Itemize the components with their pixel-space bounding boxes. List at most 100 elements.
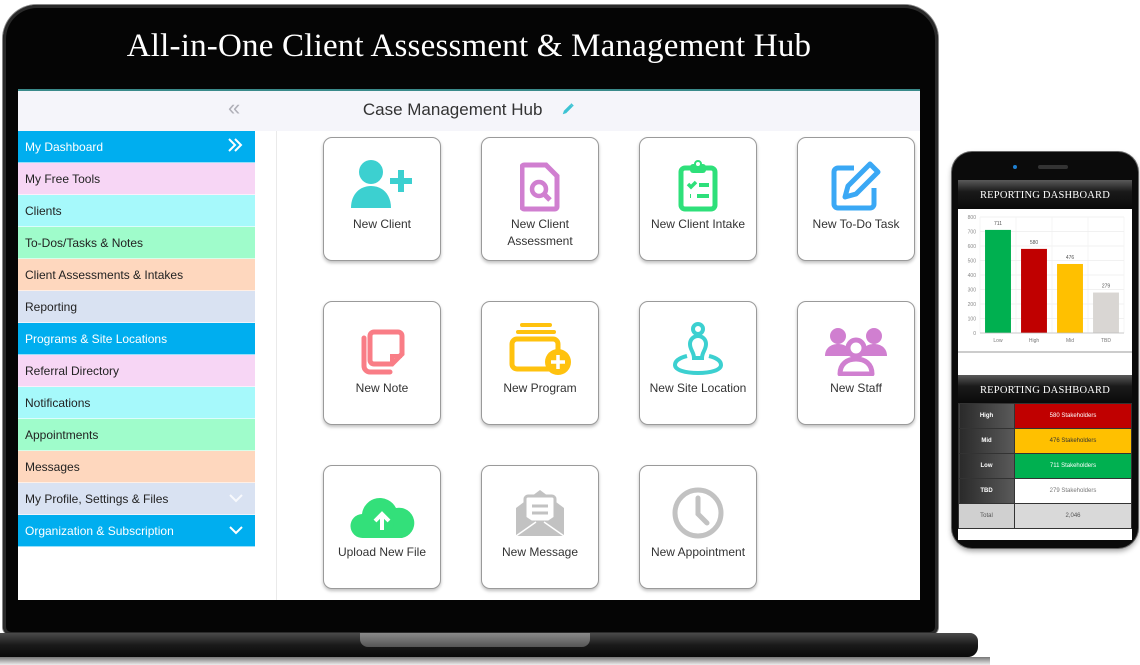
sidebar-item-notifications[interactable]: Notifications — [18, 387, 255, 419]
sidebar-item-label: To-Dos/Tasks & Notes — [25, 235, 144, 250]
sidebar-item-my-profile-settings-files[interactable]: My Profile, Settings & Files — [18, 483, 255, 515]
total-row: Total 2,046 — [958, 503, 1132, 529]
sidebar-item-my-dashboard[interactable]: My Dashboard — [18, 131, 255, 163]
total-key: Total — [958, 503, 1015, 529]
page-title-text: Case Management Hub — [362, 100, 543, 119]
tile-new-program[interactable]: New Program — [481, 301, 599, 425]
y-tick-label: 100 — [968, 317, 977, 323]
sidebar-item-label: Notifications — [25, 395, 91, 410]
laptop-notch — [360, 633, 590, 647]
sidebar-item-reporting[interactable]: Reporting — [18, 291, 255, 323]
tile-label: New Staff — [830, 381, 882, 395]
table-header: REPORTING DASHBOARD — [958, 375, 1132, 403]
sidebar-item-label: Client Assessments & Intakes — [25, 267, 184, 282]
bar-tbd — [1093, 292, 1119, 333]
page-title: Case Management Hub — [18, 100, 920, 121]
sidebar-item-label: My Dashboard — [25, 139, 104, 154]
phone-screen: REPORTING DASHBOARD 0 100 200 300 400 500 600 7… — [958, 180, 1132, 540]
row-key: Low — [958, 453, 1015, 479]
file-search-icon — [520, 152, 560, 212]
cloud-upload-icon — [349, 480, 415, 540]
tile-label: New Note — [355, 381, 409, 395]
chevron-down-icon — [229, 492, 243, 506]
chart-header: REPORTING DASHBOARD — [958, 180, 1132, 209]
bar-chart: 0 100 200 300 400 500 600 700 800 711 Low 580 High 47… — [958, 209, 1132, 357]
tile-label: New Client — [352, 217, 412, 231]
edit-square-icon — [830, 152, 882, 212]
sidebar-item-clients[interactable]: Clients — [18, 195, 255, 227]
sidebar-item-programs-site-locations[interactable]: Programs & Site Locations — [18, 323, 255, 355]
envelope-open-icon — [512, 480, 568, 540]
y-tick-label: 800 — [968, 215, 977, 221]
row-key: Mid — [958, 428, 1015, 454]
tile-new-client-assessment[interactable]: New Client Assessment — [481, 137, 599, 261]
sidebar-item-to-dos-tasks-notes[interactable]: To-Dos/Tasks & Notes — [18, 227, 255, 259]
users-group-icon — [824, 316, 888, 376]
banner-title: All-in-One Client Assessment & Managemen… — [126, 28, 812, 64]
tile-new-to-do-task[interactable]: New To-Do Task — [797, 137, 915, 261]
top-bar: « Case Management Hub — [18, 91, 920, 131]
notes-icon — [358, 316, 406, 376]
y-tick-label: 500 — [968, 259, 977, 265]
row-value: 279 Stakeholders — [1014, 478, 1132, 504]
row-value: 580 Stakeholders — [1014, 403, 1132, 429]
y-tick-label: 400 — [968, 273, 977, 279]
double-chevron-right-icon — [227, 138, 243, 155]
sidebar-item-label: Appointments — [25, 427, 99, 442]
tile-label: New To-Do Task — [812, 217, 900, 231]
phone-camera — [1013, 165, 1017, 169]
tile-new-client-intake[interactable]: New Client Intake — [639, 137, 757, 261]
chevron-down-icon — [229, 524, 243, 538]
stakeholder-table: High 580 Stakeholders Mid 476 Stakeholders L… — [958, 403, 1132, 529]
tile-new-client[interactable]: New Client — [323, 137, 441, 261]
tile-label: New Client Assessment — [507, 217, 573, 248]
bar-chart-svg: 0 100 200 300 400 500 600 700 800 711 Low 580 High 47… — [958, 215, 1132, 353]
table-row: Low 711 Stakeholders — [958, 453, 1132, 479]
map-person-icon — [671, 316, 725, 376]
tile-new-note[interactable]: New Note — [323, 301, 441, 425]
tile-label: New Appointment — [650, 545, 746, 559]
sidebar-nav: My Dashboard My Free Tools Clients To-Dos/T… — [18, 131, 255, 547]
y-tick-label: 200 — [968, 302, 977, 308]
sidebar-item-label: My Free Tools — [25, 171, 101, 186]
x-tick-label: High — [1029, 338, 1040, 344]
tile-label: New Message — [501, 545, 579, 559]
total-value: 2,046 — [1014, 503, 1132, 529]
row-value: 476 Stakeholders — [1014, 428, 1132, 454]
app-screen: « Case Management Hub My Dashboard My Fre… — [18, 89, 920, 600]
sidebar-item-organization-subscription[interactable]: Organization & Subscription — [18, 515, 255, 547]
sidebar-item-label: Reporting — [25, 299, 78, 314]
clock-icon — [671, 480, 725, 540]
sidebar-item-label: Messages — [25, 459, 80, 474]
bar-high — [1021, 248, 1047, 333]
sidebar-item-appointments[interactable]: Appointments — [18, 419, 255, 451]
sidebar-item-label: Clients — [25, 203, 62, 218]
data-label: 580 — [1030, 240, 1039, 246]
sidebar-item-label: Programs & Site Locations — [25, 331, 168, 346]
data-label: 476 — [1066, 255, 1075, 261]
data-label: 279 — [1102, 284, 1111, 290]
sidebar-divider — [276, 131, 277, 600]
tile-new-appointment[interactable]: New Appointment — [639, 465, 757, 589]
folder-plus-icon — [508, 316, 572, 376]
sidebar-item-referral-directory[interactable]: Referral Directory — [18, 355, 255, 387]
table-row: High 580 Stakeholders — [958, 403, 1132, 429]
x-tick-label: Mid — [1066, 338, 1074, 344]
sidebar-item-label: My Profile, Settings & Files — [25, 491, 169, 506]
phone-frame: REPORTING DASHBOARD 0 100 200 300 400 500 600 7… — [952, 152, 1138, 548]
table-row: Mid 476 Stakeholders — [958, 428, 1132, 454]
y-tick-label: 300 — [968, 288, 977, 294]
x-tick-label: Low — [993, 338, 1003, 344]
clipboard-check-icon — [678, 152, 718, 212]
sidebar-item-my-free-tools[interactable]: My Free Tools — [18, 163, 255, 195]
sidebar-item-messages[interactable]: Messages — [18, 451, 255, 483]
edit-title-button[interactable] — [561, 101, 575, 121]
sidebar-item-client-assessments-intakes[interactable]: Client Assessments & Intakes — [18, 259, 255, 291]
tile-new-site-location[interactable]: New Site Location — [639, 301, 757, 425]
bar-low — [985, 229, 1011, 333]
tile-upload-new-file[interactable]: Upload New File — [323, 465, 441, 589]
tile-new-message[interactable]: New Message — [481, 465, 599, 589]
tile-new-staff[interactable]: New Staff — [797, 301, 915, 425]
tile-label: New Site Location — [649, 381, 747, 395]
phone-speaker — [1038, 165, 1068, 169]
